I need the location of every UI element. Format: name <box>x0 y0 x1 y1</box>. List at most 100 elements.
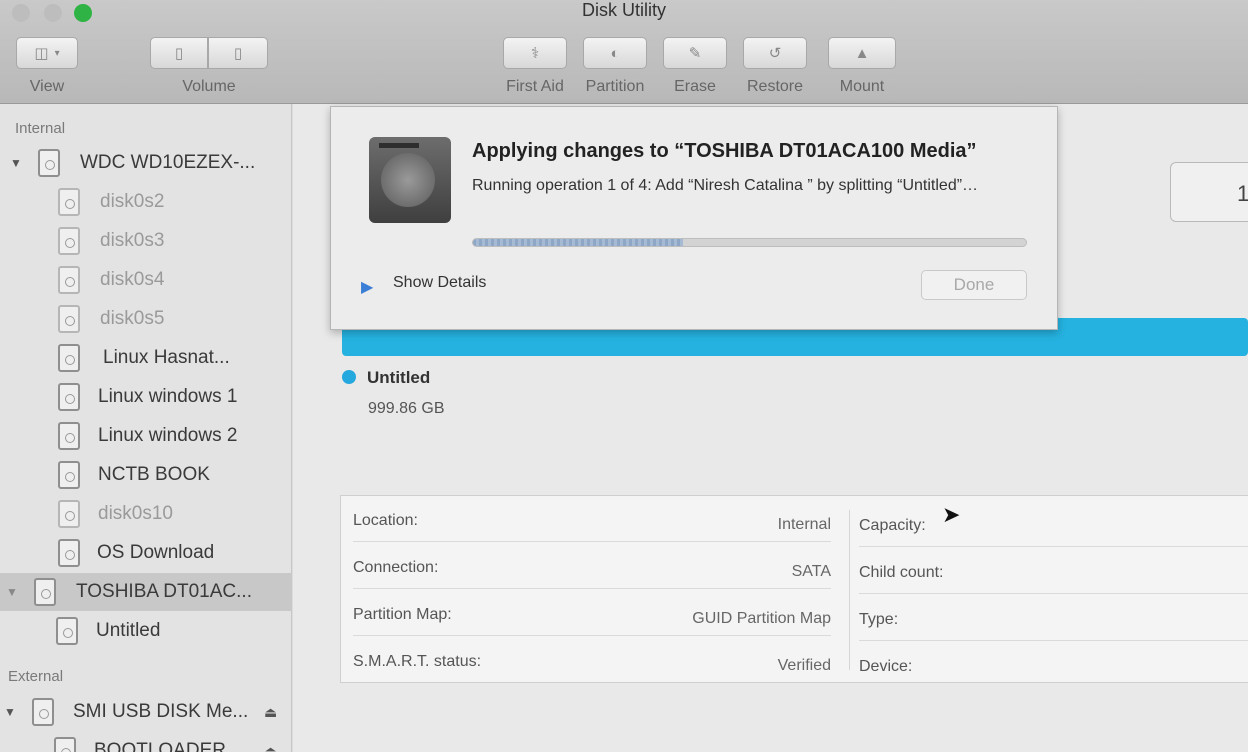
smart-status-label: S.M.A.R.T. status: <box>353 653 482 670</box>
sidebar-item-disk0s4[interactable]: disk0s4 <box>0 261 292 299</box>
mount-icon: ▲ <box>854 44 870 62</box>
info-row-partition-map: Partition Map: GUID Partition Map <box>353 590 831 636</box>
partition-button[interactable]: ◐ <box>583 37 647 69</box>
pie-chart-icon: ◐ <box>610 44 620 62</box>
sidebar-item-label: Untitled <box>96 620 161 641</box>
info-row-smart-status: S.M.A.R.T. status: Verified <box>353 637 831 683</box>
toolbar: Disk Utility ◫ ▾ View ▯ ▯ Volume ⚕ First… <box>0 0 1248 104</box>
mount-button[interactable]: ▲ <box>828 37 896 69</box>
volume-icon <box>54 737 76 752</box>
sidebar-item-os-download[interactable]: OS Download <box>0 534 292 572</box>
sidebar-item-nctb-book[interactable]: NCTB BOOK <box>0 456 292 494</box>
partition-label: Partition <box>585 78 645 95</box>
restore-button[interactable]: ↺ <box>743 37 807 69</box>
volume-icon <box>58 461 80 489</box>
sidebar-item-label: disk0s4 <box>100 269 165 290</box>
info-row-location: Location: Internal <box>353 496 831 542</box>
sidebar-item-label: SMI USB DISK Me... <box>73 701 249 722</box>
sidebar-item-label: BOOTLOADER <box>94 740 226 752</box>
sidebar-item-linux-hasnat[interactable]: Linux Hasnat... <box>0 339 292 377</box>
volume-icon <box>58 383 80 411</box>
sidebar-item-toshiba-disk[interactable]: ▼ TOSHIBA DT01AC... <box>0 573 292 611</box>
sidebar: Internal ▼ WDC WD10EZEX-... disk0s2 disk… <box>0 104 292 752</box>
remove-volume-button[interactable]: ▯ <box>208 37 268 69</box>
hard-disk-icon <box>38 149 60 177</box>
erase-label: Erase <box>674 78 716 95</box>
connection-value: SATA <box>791 563 831 580</box>
partition-name: Untitled <box>367 368 431 387</box>
sidebar-icon: ◫ <box>34 45 49 62</box>
progress-bar <box>472 238 1027 247</box>
window-title: Disk Utility <box>582 0 666 20</box>
sidebar-item-smi-usb-disk[interactable]: ▼ SMI USB DISK Me... ⏏ <box>0 693 292 731</box>
volume-icon <box>58 305 80 333</box>
sidebar-item-disk0s5[interactable]: disk0s5 <box>0 300 292 338</box>
disclosure-triangle-icon[interactable]: ▼ <box>4 705 16 719</box>
progress-bar-fill <box>473 239 684 246</box>
sidebar-item-disk0s10[interactable]: disk0s10 <box>0 495 292 533</box>
sidebar-item-label: disk0s2 <box>100 191 165 212</box>
mouse-pointer-icon: ➤ <box>942 502 961 527</box>
sidebar-item-label: Linux Hasnat... <box>103 347 230 368</box>
partition-size: 999.86 GB <box>368 400 445 417</box>
erase-button[interactable]: ✎ <box>663 37 727 69</box>
sidebar-item-label: disk0s5 <box>100 308 165 329</box>
capacity-field-value: 1 <box>1237 181 1248 206</box>
sidebar-section-internal: Internal <box>15 120 66 137</box>
volume-icon <box>58 188 80 216</box>
sidebar-item-linux-windows-1[interactable]: Linux windows 1 <box>0 378 292 416</box>
sidebar-item-untitled[interactable]: Untitled <box>0 612 292 650</box>
info-divider <box>849 510 850 670</box>
volume-icon <box>58 344 80 372</box>
info-row-device: Device: <box>859 642 1248 688</box>
info-row-child-count: Child count: <box>859 548 1248 594</box>
sidebar-item-wdc-disk[interactable]: ▼ WDC WD10EZEX-... <box>0 144 292 182</box>
disclosure-triangle-icon[interactable]: ▼ <box>10 156 22 170</box>
volume-icon <box>58 266 80 294</box>
first-aid-label: First Aid <box>506 78 564 95</box>
volume-icon <box>58 422 80 450</box>
first-aid-button[interactable]: ⚕ <box>503 37 567 69</box>
sidebar-item-label: NCTB BOOK <box>98 464 210 485</box>
erase-icon: ✎ <box>688 45 702 62</box>
view-button[interactable]: ◫ ▾ <box>16 37 78 69</box>
capacity-label: Capacity: <box>859 517 926 534</box>
sidebar-item-disk0s2[interactable]: disk0s2 <box>0 183 292 221</box>
smart-status-value: Verified <box>777 657 831 674</box>
volume-icon <box>58 539 80 567</box>
partition-map-value: GUID Partition Map <box>692 610 831 627</box>
info-row-capacity: Capacity: <box>859 501 1248 547</box>
disclosure-triangle-icon[interactable]: ▶ <box>361 277 373 297</box>
add-volume-button[interactable]: ▯ <box>150 37 208 69</box>
partition-color-swatch <box>342 370 356 384</box>
eject-icon[interactable]: ⏏ <box>264 743 277 752</box>
chevron-down-icon: ▾ <box>54 47 60 59</box>
sidebar-item-label: Linux windows 2 <box>98 425 238 446</box>
eject-icon[interactable]: ⏏ <box>264 704 277 721</box>
location-label: Location: <box>353 512 418 529</box>
partition-map-label: Partition Map: <box>353 606 452 623</box>
show-details-button[interactable]: Show Details <box>393 274 486 292</box>
sidebar-item-bootloader[interactable]: BOOTLOADER ⏏ <box>0 732 292 752</box>
sidebar-item-label: TOSHIBA DT01AC... <box>76 581 252 602</box>
sidebar-item-label: WDC WD10EZEX-... <box>80 152 256 173</box>
sidebar-item-disk0s3[interactable]: disk0s3 <box>0 222 292 260</box>
restore-label: Restore <box>746 78 804 95</box>
dialog-title: Applying changes to “TOSHIBA DT01ACA100 … <box>472 140 977 162</box>
volume-icon <box>56 617 78 645</box>
connection-label: Connection: <box>353 559 439 576</box>
type-label: Type: <box>859 611 899 628</box>
capacity-field: 1 <box>1170 162 1248 222</box>
dialog-message: Running operation 1 of 4: Add “Niresh Ca… <box>472 177 979 194</box>
external-disk-icon <box>32 698 54 726</box>
info-row-connection: Connection: SATA <box>353 543 831 589</box>
add-volume-icon: ▯ <box>174 45 184 62</box>
restore-arrow-icon: ↺ <box>768 45 782 62</box>
volume-label: Volume <box>182 78 236 95</box>
apply-changes-sheet: Applying changes to “TOSHIBA DT01ACA100 … <box>330 106 1058 330</box>
disk-info-panel: Location: Internal Connection: SATA Part… <box>340 495 1248 683</box>
sidebar-item-label: disk0s10 <box>98 503 173 524</box>
done-button[interactable]: Done <box>921 270 1027 300</box>
sidebar-item-linux-windows-2[interactable]: Linux windows 2 <box>0 417 292 455</box>
disclosure-triangle-icon[interactable]: ▼ <box>6 585 18 599</box>
